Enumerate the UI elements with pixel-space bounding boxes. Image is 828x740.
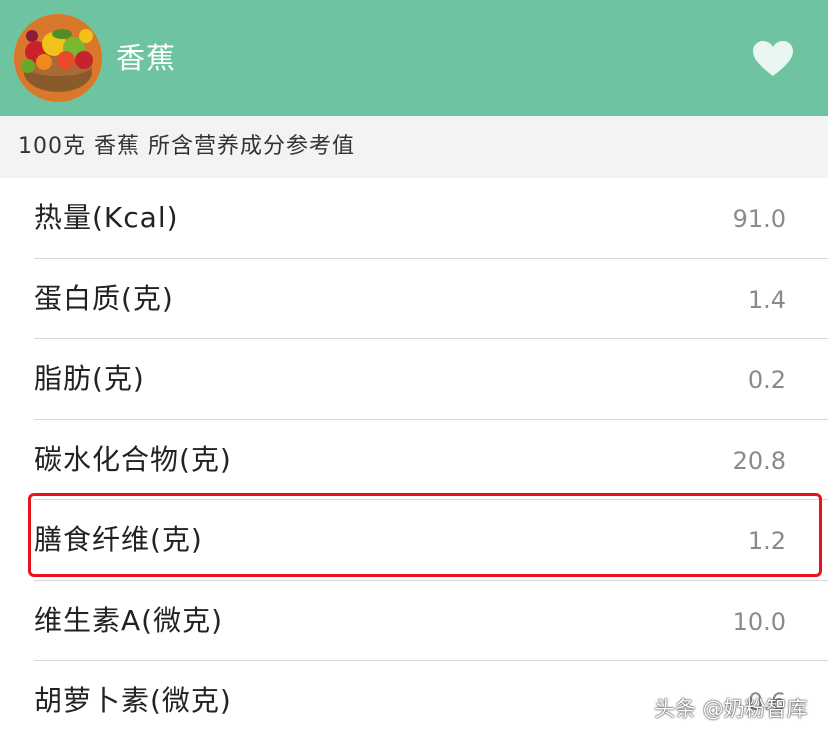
fruit-basket-icon [14, 14, 102, 102]
nutrient-label: 维生素A(微克) [34, 603, 224, 637]
nutrient-row: 脂肪(克) 0.2 [0, 339, 828, 420]
nutrient-value: 20.8 [732, 446, 786, 475]
page-title: 香蕉 [116, 41, 177, 75]
header-bar: 香蕉 [0, 0, 828, 116]
section-header: 100克 香蕉 所含营养成分参考值 [0, 116, 828, 178]
nutrient-row: 膳食纤维(克) 1.2 [0, 500, 828, 581]
app-screen: 香蕉 100克 香蕉 所含营养成分参考值 热量(Kcal) 91.0 蛋白质(克… [0, 0, 828, 740]
nutrient-label: 蛋白质(克) [34, 281, 174, 315]
heart-icon[interactable] [752, 40, 794, 78]
nutrient-label: 碳水化合物(克) [34, 442, 232, 476]
nutrient-value: 10.0 [732, 607, 786, 636]
nutrient-value: 1.2 [747, 527, 786, 555]
nutrient-label: 热量(Kcal) [34, 201, 179, 234]
nutrient-label: 膳食纤维(克) [34, 523, 203, 556]
nutrient-row: 碳水化合物(克) 20.8 [0, 420, 828, 501]
nutrient-label: 胡萝卜素(微克) [34, 684, 232, 717]
watermark: 头条 @奶粉智库 [654, 697, 808, 721]
nutrient-value: 91.0 [732, 205, 786, 233]
nutrient-row: 蛋白质(克) 1.4 [0, 259, 828, 340]
nutrient-value: 0.2 [747, 366, 786, 394]
section-title: 100克 香蕉 所含营养成分参考值 [18, 134, 355, 159]
nutrient-row: 维生素A(微克) 10.0 [0, 581, 828, 662]
nutrient-value: 1.4 [747, 285, 786, 314]
nutrient-label: 脂肪(克) [34, 362, 145, 395]
nutrient-list: 热量(Kcal) 91.0 蛋白质(克) 1.4 脂肪(克) 0.2 碳水化合物… [0, 178, 828, 740]
nutrient-row: 热量(Kcal) 91.0 [0, 178, 828, 259]
